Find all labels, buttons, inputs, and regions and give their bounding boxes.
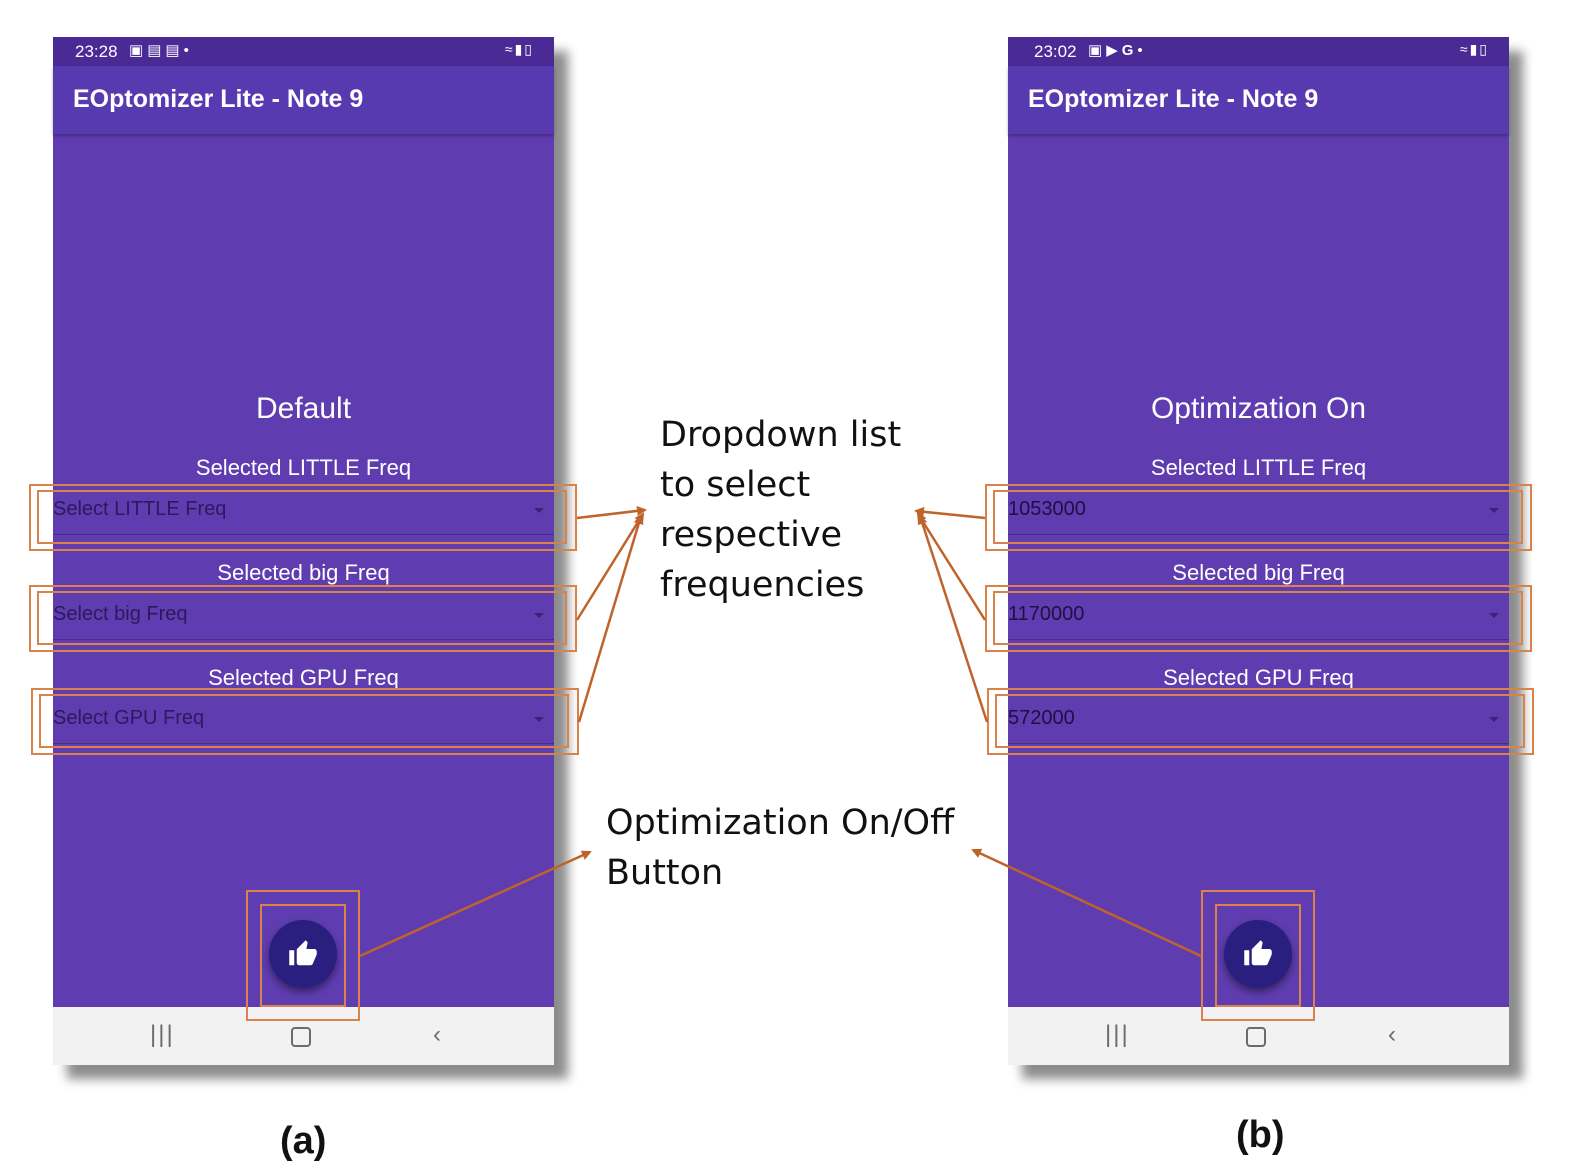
caption-b: (b) — [1236, 1114, 1285, 1156]
button-callout: Optimization On/Off Button — [606, 798, 954, 898]
arrow-fab-a — [359, 850, 592, 958]
arrow-little-a — [576, 505, 647, 520]
callout-line: Button — [606, 853, 724, 893]
callout-line: respective — [660, 515, 843, 555]
callout-line: to select — [660, 465, 811, 505]
callout-line: frequencies — [660, 565, 865, 605]
arrow-gpu-b — [917, 514, 989, 723]
arrow-big-a — [575, 512, 645, 621]
arrow-little-b — [914, 506, 986, 520]
caption-a: (a) — [280, 1120, 327, 1162]
callout-line: Optimization On/Off — [606, 803, 955, 843]
arrow-big-b — [916, 512, 987, 621]
dropdown-callout: Dropdown list to select respective frequ… — [660, 410, 901, 610]
arrow-gpu-a — [577, 514, 644, 723]
callout-line: Dropdown list — [660, 415, 902, 455]
arrow-fab-b — [971, 848, 1202, 958]
